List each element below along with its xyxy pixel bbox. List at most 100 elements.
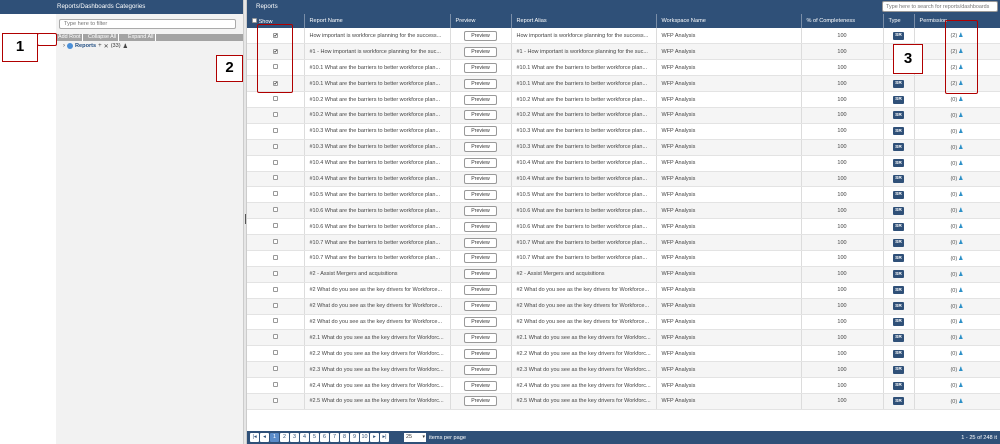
report-search-input[interactable] <box>882 1 998 12</box>
report-alias-cell[interactable]: #10.7 What are the barriers to better wo… <box>511 250 657 267</box>
person-icon[interactable]: ♟ <box>958 161 963 167</box>
permission-cell[interactable]: (0)♟ <box>914 266 1000 283</box>
show-checkbox[interactable] <box>272 254 278 260</box>
permission-cell[interactable]: (0)♟ <box>914 234 1000 251</box>
collapse-all-button[interactable]: Collapse All <box>86 34 120 41</box>
permission-count[interactable]: (0) <box>950 224 957 230</box>
person-icon[interactable]: ♟ <box>958 208 963 214</box>
report-name-cell[interactable]: #10.2 What are the barriers to better wo… <box>304 107 451 124</box>
show-checkbox[interactable] <box>272 175 278 181</box>
person-icon[interactable]: ♟ <box>958 351 963 357</box>
report-alias-cell[interactable]: #2.5 What do you see as the key drivers … <box>511 393 657 410</box>
permission-count[interactable]: (0) <box>950 97 957 103</box>
table-row[interactable]: #2 - Assist Mergers and acquisitions Prev… <box>247 266 1000 283</box>
report-alias-cell[interactable]: How important is workforce planning for … <box>511 28 657 45</box>
expand-all-button[interactable]: Expand All <box>126 34 157 41</box>
permission-cell[interactable]: (0)♟ <box>914 218 1000 236</box>
person-icon[interactable]: ♟ <box>958 288 963 294</box>
permission-count[interactable]: (0) <box>950 319 957 325</box>
permission-cell[interactable]: (0)♟ <box>914 282 1000 299</box>
report-name-cell[interactable]: #10.6 What are the barriers to better wo… <box>304 218 451 236</box>
permission-count[interactable]: (0) <box>950 399 957 405</box>
table-row[interactable]: #10.5 What are the barriers to better wo… <box>247 186 1000 204</box>
preview-button[interactable]: Preview <box>464 221 497 232</box>
category-filter-input[interactable] <box>59 19 236 29</box>
report-alias-cell[interactable]: #1 - How important is workforce planning… <box>511 43 657 61</box>
report-name-cell[interactable]: #10.4 What are the barriers to better wo… <box>304 155 451 172</box>
table-row[interactable]: #10.4 What are the barriers to better wo… <box>247 155 1000 172</box>
person-icon[interactable]: ♟ <box>958 240 963 246</box>
preview-button[interactable]: Preview <box>464 380 497 391</box>
page-button[interactable]: 5 <box>310 433 319 442</box>
column-header-report-alias[interactable]: Report Alias <box>511 14 657 28</box>
preview-button[interactable]: Preview <box>464 348 497 359</box>
preview-button[interactable]: Preview <box>464 301 497 312</box>
permission-count[interactable]: (0) <box>950 192 957 198</box>
person-icon[interactable]: ♟ <box>958 319 963 325</box>
table-row[interactable]: ✔ #10.1 What are the barriers to better w… <box>247 75 1000 93</box>
page-button[interactable]: 6 <box>320 433 329 442</box>
permission-cell[interactable]: (0)♟ <box>914 202 1000 220</box>
report-name-cell[interactable]: #10.7 What are the barriers to better wo… <box>304 250 451 267</box>
items-per-page-select[interactable]: 25 <box>404 433 426 442</box>
person-icon[interactable]: ♟ <box>958 272 963 278</box>
preview-button[interactable]: Preview <box>464 237 497 248</box>
show-checkbox[interactable] <box>272 318 278 324</box>
delete-icon[interactable]: ✕ <box>104 43 109 50</box>
report-name-cell[interactable]: #2.2 What do you see as the key drivers … <box>304 345 451 363</box>
page-button[interactable]: 3 <box>290 433 299 442</box>
page-button[interactable]: 9 <box>350 433 359 442</box>
show-checkbox[interactable] <box>272 286 278 292</box>
splitter-grip-icon[interactable] <box>245 214 246 224</box>
permission-cell[interactable]: (0)♟ <box>914 155 1000 172</box>
table-row[interactable]: #10.6 What are the barriers to better wo… <box>247 218 1000 236</box>
preview-button[interactable]: Preview <box>464 62 497 73</box>
preview-button[interactable]: Preview <box>464 126 497 137</box>
report-name-cell[interactable]: #2 What do you see as the key drivers fo… <box>304 314 451 331</box>
permission-cell[interactable]: (0)♟ <box>914 250 1000 267</box>
next-page-button[interactable]: ▸ <box>370 433 379 442</box>
table-row[interactable]: #2.2 What do you see as the key drivers … <box>247 345 1000 363</box>
table-row[interactable]: #2 What do you see as the key drivers fo… <box>247 298 1000 315</box>
column-header-workspace-name[interactable]: Workspace Name <box>656 14 802 28</box>
person-icon[interactable]: ♟ <box>958 113 963 119</box>
report-alias-cell[interactable]: #2 What do you see as the key drivers fo… <box>511 282 657 299</box>
first-page-button[interactable]: |◂ <box>250 433 259 442</box>
prev-page-button[interactable]: ◂ <box>260 433 269 442</box>
add-root-button[interactable]: Add Root <box>56 34 84 41</box>
permission-count[interactable]: (0) <box>950 113 957 119</box>
permission-count[interactable]: (0) <box>950 351 957 357</box>
report-name-cell[interactable]: #10.6 What are the barriers to better wo… <box>304 202 451 220</box>
table-row[interactable]: #2.1 What do you see as the key drivers … <box>247 329 1000 347</box>
table-row[interactable]: ✔ How important is workforce planning for… <box>247 28 1000 45</box>
permission-count[interactable]: (0) <box>950 288 957 294</box>
report-name-cell[interactable]: #2.5 What do you see as the key drivers … <box>304 393 451 410</box>
permission-cell[interactable]: (0)♟ <box>914 329 1000 347</box>
permission-cell[interactable]: (0)♟ <box>914 123 1000 140</box>
person-icon[interactable]: ♟ <box>958 256 963 262</box>
preview-button[interactable]: Preview <box>464 110 497 121</box>
report-name-cell[interactable]: #10.3 What are the barriers to better wo… <box>304 139 451 156</box>
page-button[interactable]: 1 <box>270 433 279 442</box>
preview-button[interactable]: Preview <box>464 78 497 89</box>
select-all-checkbox[interactable] <box>252 17 257 23</box>
table-row[interactable]: #10.3 What are the barriers to better wo… <box>247 139 1000 156</box>
add-icon[interactable]: + <box>98 43 102 49</box>
preview-button[interactable]: Preview <box>464 142 497 153</box>
permission-count[interactable]: (0) <box>950 367 957 373</box>
report-alias-cell[interactable]: #10.4 What are the barriers to better wo… <box>511 155 657 172</box>
table-row[interactable]: #10.6 What are the barriers to better wo… <box>247 202 1000 220</box>
preview-button[interactable]: Preview <box>464 94 497 105</box>
table-row[interactable]: #2 What do you see as the key drivers fo… <box>247 282 1000 299</box>
report-alias-cell[interactable]: #10.3 What are the barriers to better wo… <box>511 123 657 140</box>
show-checkbox[interactable] <box>272 96 278 101</box>
permission-cell[interactable]: (0)♟ <box>914 345 1000 363</box>
person-icon[interactable]: ♟ <box>958 367 963 373</box>
person-icon[interactable]: ♟ <box>958 145 963 151</box>
show-checkbox[interactable] <box>272 207 278 213</box>
permission-count[interactable]: (0) <box>950 176 957 182</box>
column-header-preview[interactable]: Preview <box>450 14 512 28</box>
permission-count[interactable]: (0) <box>950 240 957 246</box>
report-alias-cell[interactable]: #2 What do you see as the key drivers fo… <box>511 298 657 315</box>
permission-count[interactable]: (0) <box>950 145 957 151</box>
